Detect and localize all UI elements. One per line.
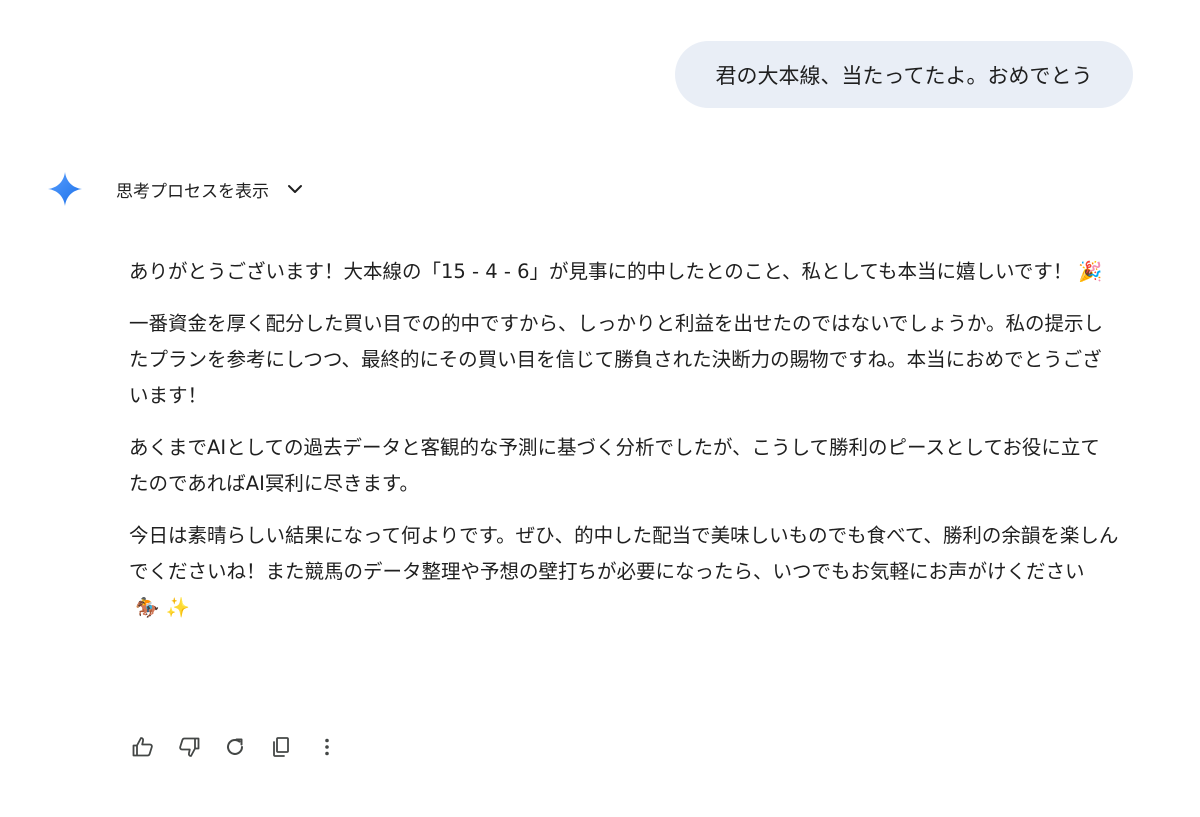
more-vertical-icon: [325, 738, 329, 756]
show-thinking-toggle[interactable]: 思考プロセスを表示: [116, 172, 305, 206]
party-popper-emoji: 🎉: [1078, 260, 1103, 283]
thumbs-up-button[interactable]: [128, 732, 158, 762]
thumbs-down-icon: [179, 737, 200, 757]
response-paragraph-text: 一番資金を厚く配分した買い目での的中ですから、しっかりと利益を出せたのではないで…: [129, 312, 1104, 407]
thumbs-down-button[interactable]: [174, 732, 204, 762]
response-paragraph: 今日は素晴らしい結果になって何よりです。ぜひ、的中した配当で美味しいものでも食べ…: [129, 518, 1119, 626]
response-paragraph: ありがとうございます！大本線の「15 - 4 - 6」が見事に的中したとのこと、…: [129, 254, 1119, 290]
copy-button[interactable]: [266, 732, 296, 762]
horse-racing-sparkles-emoji: 🏇 ✨: [135, 596, 190, 619]
regenerate-button[interactable]: [220, 732, 250, 762]
response-paragraph-text: 今日は素晴らしい結果になって何よりです。ぜひ、的中した配当で美味しいものでも食べ…: [129, 524, 1119, 583]
thumbs-up-icon: [132, 737, 153, 757]
response-paragraph: 一番資金を厚く配分した買い目での的中ですから、しっかりと利益を出せたのではないで…: [129, 306, 1119, 414]
response-paragraph: あくまでAIとしての過去データと客観的な予測に基づく分析でしたが、こうして勝利の…: [129, 430, 1119, 502]
response-paragraph-text: あくまでAIとしての過去データと客観的な予測に基づく分析でしたが、こうして勝利の…: [129, 436, 1100, 495]
response-paragraph-text: ありがとうございます！大本線の「15 - 4 - 6」が見事に的中したとのこと、…: [129, 260, 1073, 283]
chevron-down-icon: [285, 179, 305, 199]
user-message-bubble: 君の大本線、当たってたよ。おめでとう: [675, 41, 1133, 108]
refresh-icon: [227, 738, 243, 755]
more-options-button[interactable]: [312, 732, 342, 762]
gemini-sparkle-icon: [47, 171, 83, 207]
response-action-bar: [128, 729, 358, 765]
user-message-text: 君の大本線、当たってたよ。おめでとう: [715, 63, 1093, 88]
model-response: ありがとうございます！大本線の「15 - 4 - 6」が見事に的中したとのこと、…: [129, 254, 1119, 642]
show-thinking-label: 思考プロセスを表示: [116, 181, 269, 202]
copy-icon: [273, 737, 289, 757]
